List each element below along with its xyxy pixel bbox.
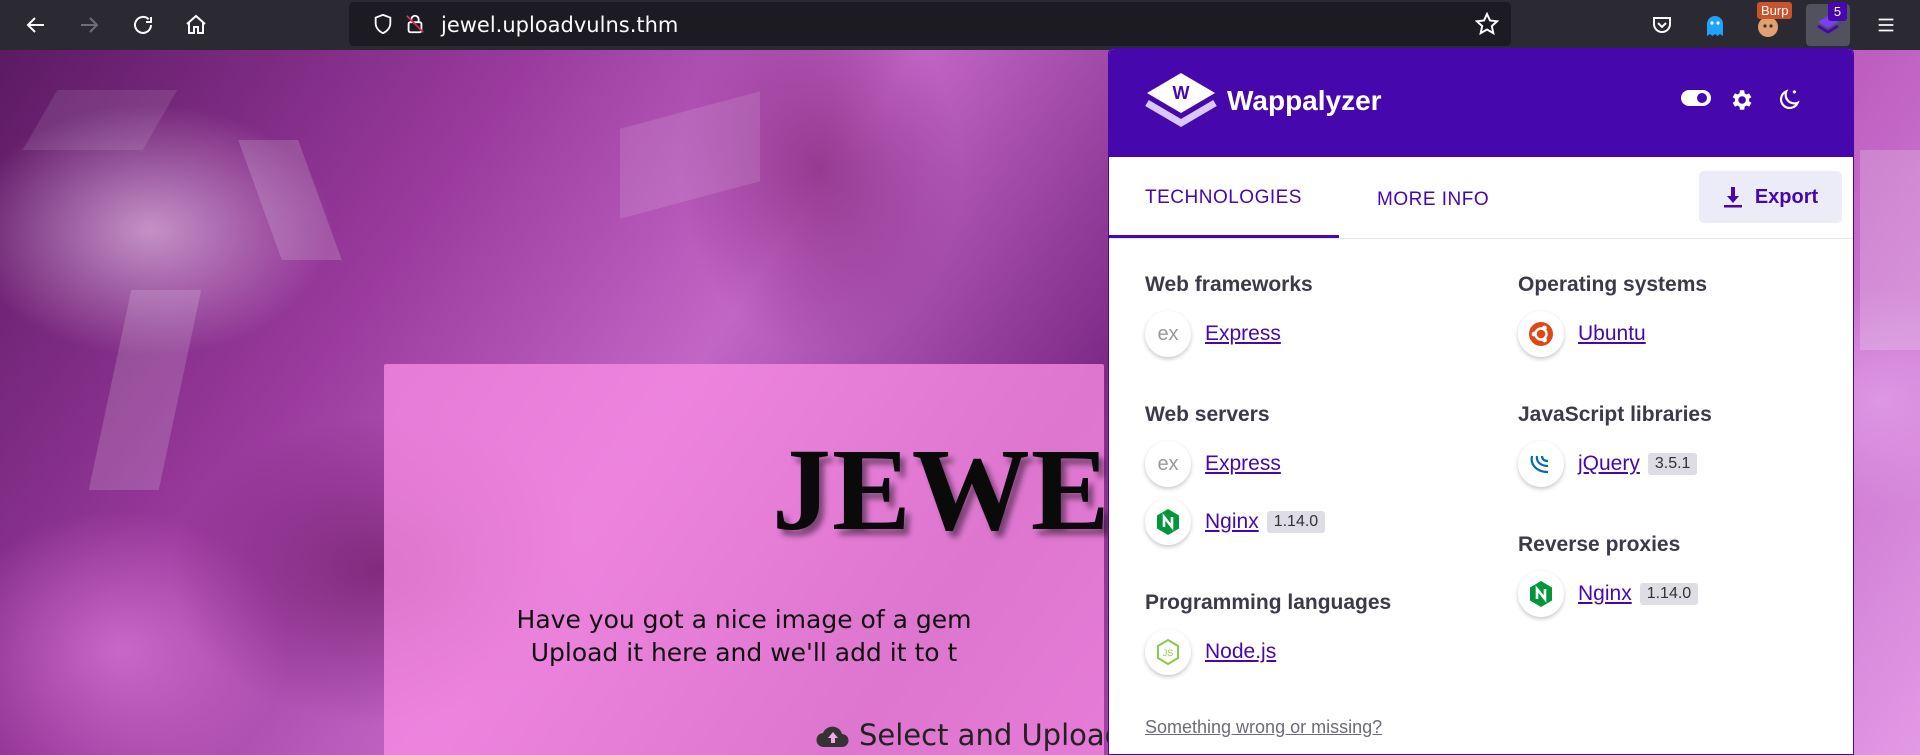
tech-name[interactable]: Nginx xyxy=(1578,582,1632,606)
version-badge: 1.14.0 xyxy=(1266,511,1326,533)
home-icon xyxy=(186,14,206,34)
crystal-facet xyxy=(22,90,178,150)
tech-nodejs[interactable]: JS Node.js xyxy=(1145,629,1276,675)
bookmark-star-icon[interactable] xyxy=(1475,12,1499,36)
burp-badge: Burp xyxy=(1757,2,1793,19)
tagline-line-2: Upload it here and we'll add it to t xyxy=(530,638,958,667)
tech-ubuntu[interactable]: Ubuntu xyxy=(1518,311,1646,357)
pocket-button[interactable] xyxy=(1640,4,1684,46)
tech-express-server[interactable]: ex Express xyxy=(1145,441,1281,487)
tech-nginx-server[interactable]: Nginx 1.14.0 xyxy=(1145,499,1326,545)
wappalyzer-popup: W Wappalyzer TECHNOLOGIES MORE INFO Expo… xyxy=(1108,48,1854,755)
wappalyzer-logo-icon: W xyxy=(1145,73,1217,128)
ghost-extension-button[interactable] xyxy=(1693,4,1737,46)
back-button[interactable] xyxy=(16,6,56,44)
svg-text:JS: JS xyxy=(1163,648,1174,658)
category-web-servers: Web servers xyxy=(1145,403,1270,426)
tech-name[interactable]: Nginx xyxy=(1205,510,1259,534)
wappalyzer-brand: Wappalyzer xyxy=(1227,85,1382,116)
cloud-upload-icon xyxy=(816,726,849,748)
insecure-lock-icon[interactable] xyxy=(403,12,427,36)
tab-technologies[interactable]: TECHNOLOGIES xyxy=(1145,187,1302,209)
tech-nginx-proxy[interactable]: Nginx 1.14.0 xyxy=(1518,571,1699,617)
ubuntu-icon xyxy=(1518,311,1564,357)
back-arrow-icon xyxy=(26,17,44,33)
tech-express-framework[interactable]: ex Express xyxy=(1145,311,1281,357)
category-web-frameworks: Web frameworks xyxy=(1145,273,1313,296)
hamburger-menu-icon xyxy=(1878,18,1894,32)
wappalyzer-tabs: TECHNOLOGIES MORE INFO Export xyxy=(1109,157,1853,239)
express-icon: ex xyxy=(1145,441,1191,487)
tech-name[interactable]: jQuery xyxy=(1578,452,1640,476)
wappalyzer-count-badge: 5 xyxy=(1828,2,1847,21)
category-javascript-libraries: JavaScript libraries xyxy=(1518,403,1712,426)
tab-more-info[interactable]: MORE INFO xyxy=(1377,189,1489,211)
download-icon xyxy=(1723,187,1742,208)
tech-name[interactable]: Express xyxy=(1205,452,1281,476)
tech-jquery[interactable]: jQuery 3.5.1 xyxy=(1518,441,1698,487)
crystal-facet xyxy=(1860,150,1920,350)
forward-arrow-icon xyxy=(81,17,99,33)
nginx-icon xyxy=(1145,499,1191,545)
category-reverse-proxies: Reverse proxies xyxy=(1518,533,1681,556)
export-label: Export xyxy=(1754,185,1819,208)
select-upload-button[interactable]: Select and Upload xyxy=(815,718,1123,752)
version-badge: 3.5.1 xyxy=(1647,453,1698,475)
tracking-shield-icon[interactable] xyxy=(371,12,395,36)
pocket-icon xyxy=(1653,17,1671,33)
select-upload-label: Select and Upload xyxy=(859,718,1124,752)
forward-button[interactable] xyxy=(69,6,109,44)
tagline-line-1: Have you got a nice image of a gem xyxy=(516,605,972,634)
wappalyzer-header: W Wappalyzer xyxy=(1109,49,1853,157)
url-text[interactable]: jewel.uploadvulns.thm xyxy=(441,13,678,37)
jquery-icon xyxy=(1518,441,1564,487)
something-wrong-link[interactable]: Something wrong or missing? xyxy=(1145,717,1382,738)
reload-button[interactable] xyxy=(123,6,163,44)
settings-gear-icon[interactable] xyxy=(1728,87,1754,113)
address-bar[interactable]: jewel.uploadvulns.thm xyxy=(349,2,1511,46)
crystal-facet xyxy=(238,140,342,260)
category-programming-languages: Programming languages xyxy=(1145,591,1392,614)
express-icon: ex xyxy=(1145,311,1191,357)
tech-name[interactable]: Express xyxy=(1205,322,1281,346)
toggle-switch-icon[interactable] xyxy=(1680,89,1712,107)
tech-name[interactable]: Node.js xyxy=(1205,640,1276,664)
tech-name[interactable]: Ubuntu xyxy=(1578,322,1646,346)
ghost-icon xyxy=(1707,16,1723,36)
nodejs-icon: JS xyxy=(1145,629,1191,675)
active-tab-indicator xyxy=(1109,235,1339,238)
dark-mode-moon-icon[interactable] xyxy=(1776,87,1802,113)
app-menu-button[interactable] xyxy=(1866,6,1906,44)
svg-text:W: W xyxy=(1173,83,1190,103)
crystal-facet xyxy=(620,91,760,219)
crystal-facet xyxy=(88,290,202,490)
category-operating-systems: Operating systems xyxy=(1518,273,1708,296)
reload-icon xyxy=(134,15,152,34)
export-button[interactable]: Export xyxy=(1699,171,1842,223)
home-button[interactable] xyxy=(176,6,216,44)
browser-toolbar: jewel.uploadvulns.thm Burp 5 xyxy=(0,0,1920,50)
nginx-icon xyxy=(1518,571,1564,617)
version-badge: 1.14.0 xyxy=(1639,583,1699,605)
